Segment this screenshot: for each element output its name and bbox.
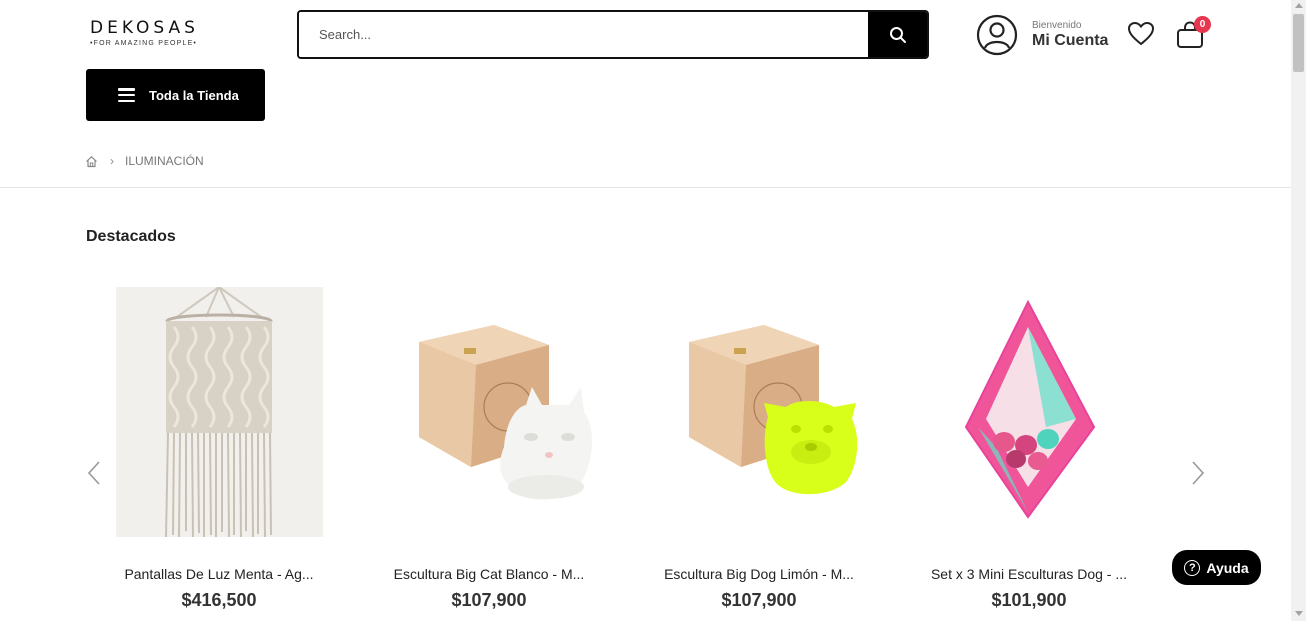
scroll-down-arrow-icon[interactable] bbox=[1295, 611, 1303, 616]
search-input[interactable] bbox=[299, 12, 868, 57]
breadcrumb-current: ILUMINACIÓN bbox=[125, 154, 204, 168]
breadcrumb: › ILUMINACIÓN bbox=[85, 154, 204, 168]
product-card[interactable]: Pantallas De Luz Menta - Ag... $416,500 bbox=[94, 287, 344, 611]
search-bar bbox=[297, 10, 929, 59]
brand-logo[interactable]: DEKOSAS •FOR AMAZING PEOPLE• bbox=[90, 18, 210, 47]
help-label: Ayuda bbox=[1206, 559, 1249, 576]
product-card[interactable]: Escultura Big Cat Blanco - M... $107,900 bbox=[364, 287, 614, 611]
account-label: Mi Cuenta bbox=[1032, 32, 1109, 49]
question-icon: ? bbox=[1184, 559, 1201, 576]
product-price: $101,900 bbox=[991, 590, 1067, 610]
product-name[interactable]: Pantallas De Luz Menta - Ag... bbox=[116, 566, 322, 582]
brand-name: DEKOSAS bbox=[90, 18, 199, 38]
product-image[interactable] bbox=[385, 287, 593, 537]
section-title: Destacados bbox=[86, 228, 176, 245]
product-name[interactable]: Escultura Big Dog Limón - M... bbox=[656, 566, 862, 582]
search-button[interactable] bbox=[868, 12, 927, 57]
chevron-right-icon: › bbox=[110, 154, 114, 168]
brand-tagline: •FOR AMAZING PEOPLE• bbox=[90, 40, 198, 47]
scrollbar-thumb[interactable] bbox=[1293, 14, 1304, 72]
carousel-next-arrow-icon[interactable] bbox=[1188, 458, 1208, 488]
product-name[interactable]: Set x 3 Mini Esculturas Dog - ... bbox=[926, 566, 1132, 582]
scroll-up-arrow-icon[interactable] bbox=[1295, 3, 1303, 8]
page-scrollbar[interactable] bbox=[1291, 0, 1306, 621]
product-image[interactable] bbox=[115, 287, 323, 537]
hamburger-icon bbox=[118, 88, 135, 102]
product-price: $107,900 bbox=[721, 590, 797, 610]
account-greeting: Bienvenido bbox=[1032, 20, 1082, 31]
search-icon bbox=[889, 26, 906, 43]
product-card[interactable]: Escultura Big Dog Limón - M... $107,900 bbox=[634, 287, 884, 611]
product-card[interactable]: Set x 3 Mini Esculturas Dog - ... $101,9… bbox=[904, 287, 1154, 611]
header-divider bbox=[0, 187, 1291, 188]
help-button[interactable]: ? Ayuda bbox=[1172, 550, 1261, 585]
product-price: $107,900 bbox=[451, 590, 527, 610]
home-icon[interactable] bbox=[85, 155, 98, 168]
store-menu-label: Toda la Tienda bbox=[149, 87, 239, 103]
store-menu-button[interactable]: Toda la Tienda bbox=[86, 69, 265, 121]
product-price: $416,500 bbox=[181, 590, 257, 610]
user-icon bbox=[976, 14, 1018, 56]
product-name[interactable]: Escultura Big Cat Blanco - M... bbox=[386, 566, 592, 582]
product-image[interactable] bbox=[925, 287, 1133, 537]
wishlist-heart-icon[interactable] bbox=[1127, 21, 1155, 47]
product-image[interactable] bbox=[655, 287, 863, 537]
account-link[interactable]: Bienvenido Mi Cuenta bbox=[976, 14, 1108, 56]
cart-count-badge: 0 bbox=[1194, 16, 1211, 33]
